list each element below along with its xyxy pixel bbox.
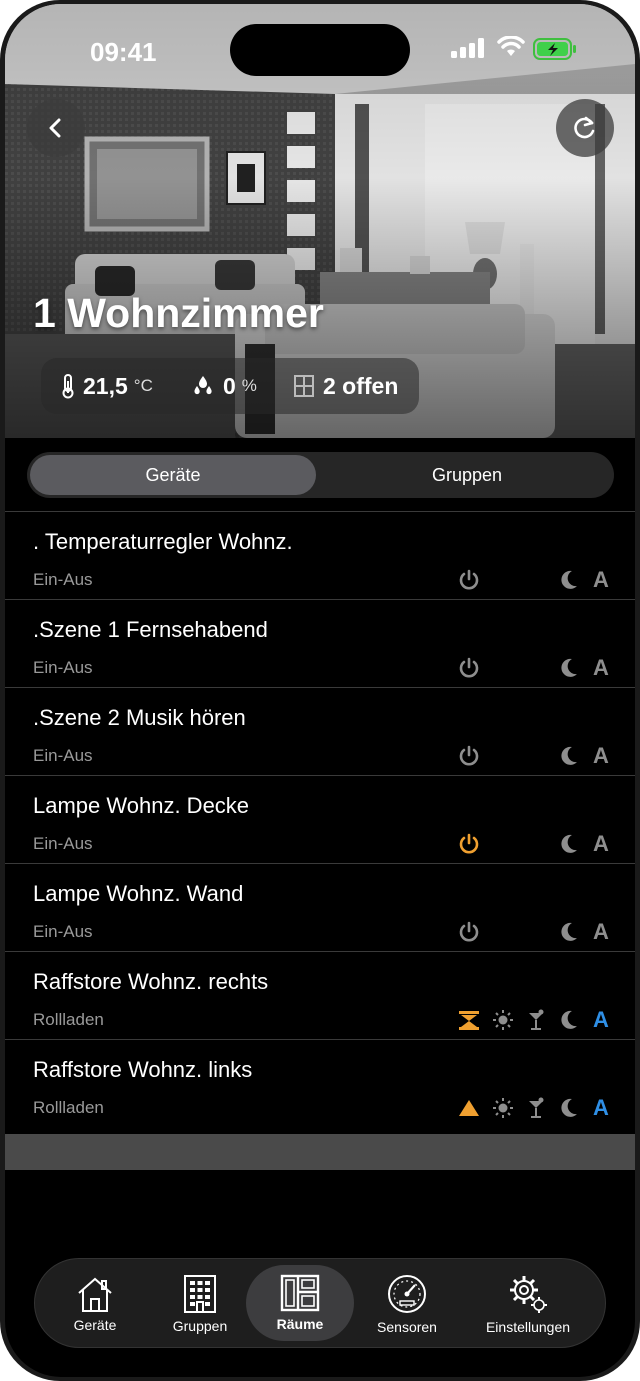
dynamic-island xyxy=(230,24,410,76)
sun-icon[interactable] xyxy=(491,1008,515,1032)
status-bar: 09:41 xyxy=(5,4,635,84)
temperature-unit: °C xyxy=(133,376,153,395)
back-button[interactable] xyxy=(27,99,85,157)
list-item[interactable]: . Temperaturregler Wohnz. Ein-Aus A xyxy=(5,511,635,599)
battery-icon xyxy=(533,38,576,60)
signal-icon xyxy=(451,38,484,58)
nav-geraete[interactable]: Geräte xyxy=(45,1259,145,1349)
screen: 09:41 1 Wohnzimmer 21,5 °C 0 % 2 offen G… xyxy=(5,4,635,1377)
gauge-icon xyxy=(388,1275,426,1313)
power-icon[interactable] xyxy=(457,744,481,768)
device-name: Lampe Wohnz. Decke xyxy=(33,793,250,818)
nav-label: Geräte xyxy=(73,1317,117,1333)
cocktail-icon[interactable] xyxy=(524,1008,548,1032)
power-icon[interactable] xyxy=(457,920,481,944)
list-item[interactable]: .Szene 1 Fernsehabend Ein-Aus A xyxy=(5,599,635,687)
moon-icon[interactable] xyxy=(556,744,580,768)
device-name: .Szene 2 Musik hören xyxy=(33,705,246,730)
room-hero: 09:41 1 Wohnzimmer 21,5 °C 0 % 2 offen xyxy=(5,4,635,438)
moon-icon[interactable] xyxy=(556,656,580,680)
temperature-value: 21,5 xyxy=(83,372,128,399)
device-type: Rollladen xyxy=(33,1010,104,1029)
device-type: Ein-Aus xyxy=(33,746,93,765)
auto-mode-label[interactable]: A xyxy=(589,831,613,856)
nav-gruppen[interactable]: Gruppen xyxy=(150,1259,250,1349)
device-list: . Temperaturregler Wohnz. Ein-Aus A .Sze… xyxy=(5,511,635,1170)
building-icon xyxy=(184,1275,216,1313)
status-time: 09:41 xyxy=(90,37,157,67)
refresh-icon xyxy=(574,116,595,139)
list-footer-bar xyxy=(5,1134,635,1170)
nav-sensoren[interactable]: Sensoren xyxy=(357,1259,457,1349)
window-icon xyxy=(294,375,314,397)
power-icon[interactable] xyxy=(457,568,481,592)
cocktail-icon[interactable] xyxy=(524,1096,548,1120)
device-name: . Temperaturregler Wohnz. xyxy=(33,529,293,554)
room-stats: 21,5 °C 0 % 2 offen xyxy=(41,358,419,414)
humidity-unit: % xyxy=(241,376,257,395)
chevron-left-icon xyxy=(49,118,61,138)
tab-geraete[interactable]: Geräte xyxy=(30,455,316,495)
thermometer-icon xyxy=(62,374,74,399)
auto-mode-label[interactable]: A xyxy=(589,743,613,768)
refresh-button[interactable] xyxy=(556,99,614,157)
room-title: 1 Wohnzimmer xyxy=(33,290,324,336)
power-icon[interactable] xyxy=(457,832,481,856)
sun-icon[interactable] xyxy=(491,1096,515,1120)
nav-label: Einstellungen xyxy=(485,1319,571,1335)
nav-label: Gruppen xyxy=(172,1318,228,1334)
windows-value: 2 offen xyxy=(323,372,399,399)
moon-icon[interactable] xyxy=(556,568,580,592)
phone-frame: 09:41 1 Wohnzimmer 21,5 °C 0 % 2 offen G… xyxy=(0,0,640,1381)
list-item[interactable]: Lampe Wohnz. Wand Ein-Aus A xyxy=(5,863,635,951)
humidity-icon xyxy=(194,376,212,395)
hourglass-icon[interactable] xyxy=(457,1008,481,1032)
device-name: Raffstore Wohnz. links xyxy=(33,1057,253,1082)
device-type: Ein-Aus xyxy=(33,922,93,941)
humidity-value: 0 xyxy=(223,372,236,399)
triangle-up-icon[interactable] xyxy=(457,1096,481,1120)
tab-gruppen[interactable]: Gruppen xyxy=(323,455,611,495)
bottom-nav: Geräte Gruppen Räume Sensoren Einstellun… xyxy=(34,1258,606,1348)
list-item[interactable]: Raffstore Wohnz. rechts Rollladen A xyxy=(5,951,635,1039)
moon-icon[interactable] xyxy=(556,920,580,944)
house-icon xyxy=(78,1277,112,1312)
gears-icon xyxy=(510,1276,547,1313)
auto-mode-label[interactable]: A xyxy=(589,919,613,944)
auto-mode-label[interactable]: A xyxy=(589,567,613,592)
moon-icon[interactable] xyxy=(556,832,580,856)
moon-icon[interactable] xyxy=(556,1096,580,1120)
nav-label: Sensoren xyxy=(377,1319,437,1335)
nav-raeume[interactable]: Räume xyxy=(246,1265,354,1341)
power-icon[interactable] xyxy=(457,656,481,680)
list-item[interactable]: Raffstore Wohnz. links Rollladen A xyxy=(5,1039,635,1127)
windows-stat: 2 offen xyxy=(293,358,398,414)
nav-label: Räume xyxy=(276,1316,324,1332)
moon-icon[interactable] xyxy=(556,1008,580,1032)
segment-control: Geräte Gruppen xyxy=(27,452,614,498)
device-name: Lampe Wohnz. Wand xyxy=(33,881,244,906)
device-name: .Szene 1 Fernsehabend xyxy=(33,617,268,642)
list-item[interactable]: .Szene 2 Musik hören Ein-Aus A xyxy=(5,687,635,775)
auto-mode-label[interactable]: A xyxy=(589,655,613,680)
device-type: Ein-Aus xyxy=(33,570,93,589)
nav-einstellungen[interactable]: Einstellungen xyxy=(465,1259,591,1349)
list-item[interactable]: Lampe Wohnz. Decke Ein-Aus A xyxy=(5,775,635,863)
auto-mode-label[interactable]: A xyxy=(589,1095,613,1120)
device-name: Raffstore Wohnz. rechts xyxy=(33,969,269,994)
temperature-stat: 21,5 °C xyxy=(61,358,153,414)
device-type: Rollladen xyxy=(33,1098,104,1117)
device-type: Ein-Aus xyxy=(33,834,93,853)
wifi-icon xyxy=(497,36,525,56)
humidity-stat: 0 % xyxy=(191,358,257,414)
device-type: Ein-Aus xyxy=(33,658,93,677)
auto-mode-label[interactable]: A xyxy=(589,1007,613,1032)
floorplan-icon xyxy=(280,1274,320,1312)
